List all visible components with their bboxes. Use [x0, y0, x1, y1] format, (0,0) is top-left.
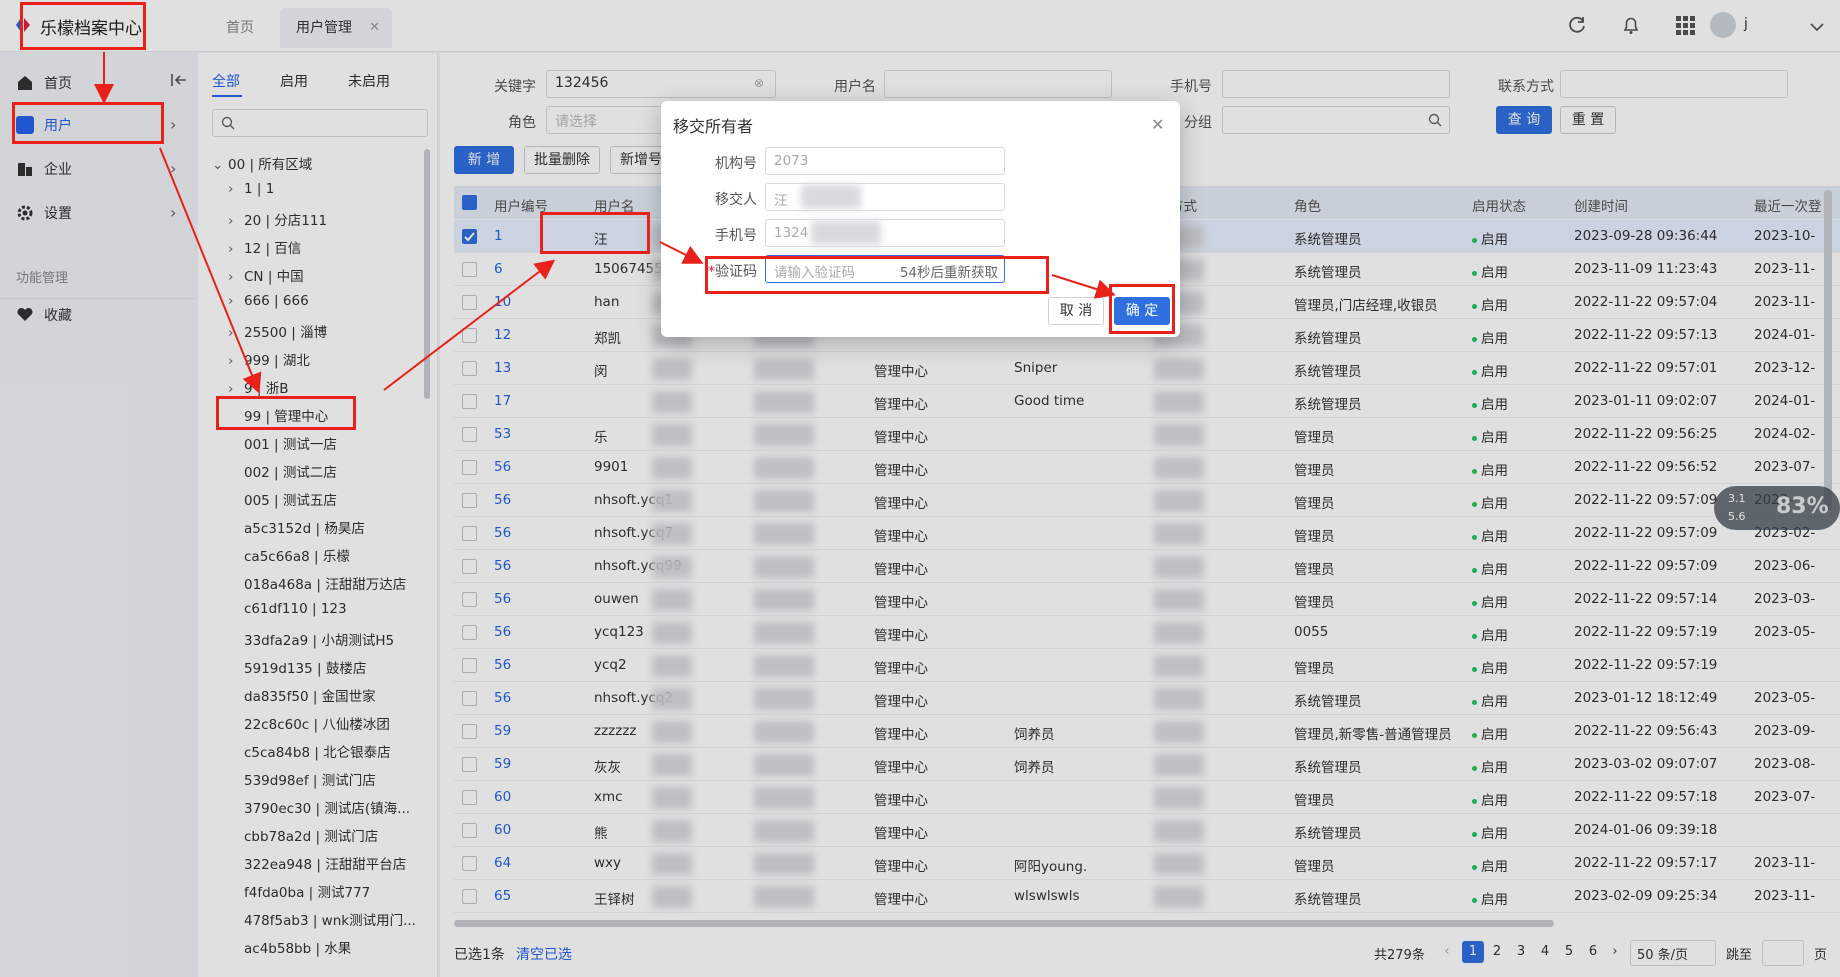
annotation-arrows — [94, 52, 1116, 394]
